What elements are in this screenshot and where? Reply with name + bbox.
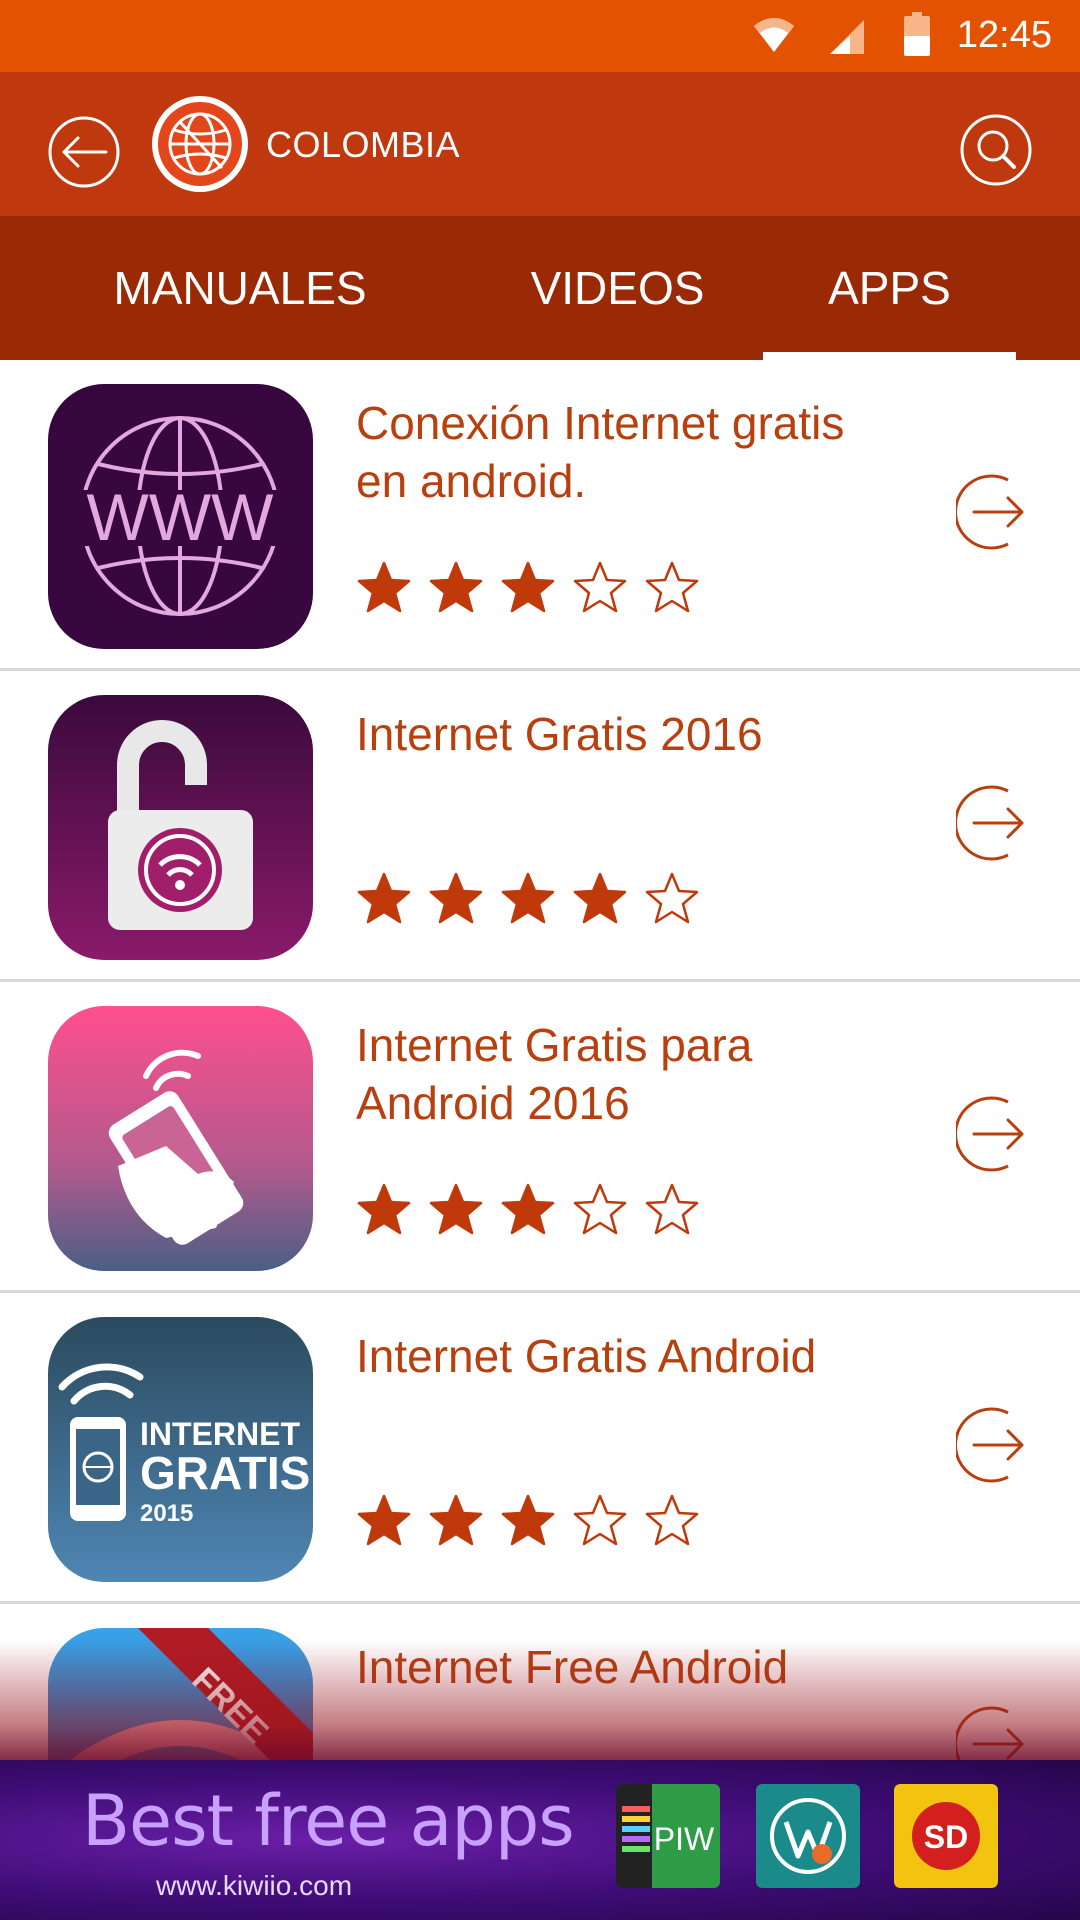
star-filled-icon <box>357 561 411 613</box>
active-tab-indicator <box>763 352 1016 360</box>
tab-manuales[interactable]: MANUALES <box>40 216 440 360</box>
app-title: Internet Gratis Android <box>356 1330 817 1382</box>
svg-text:WWW: WWW <box>87 480 275 554</box>
hand-holding-phone-icon <box>48 1006 313 1271</box>
tab-videos[interactable]: VIDEOS <box>470 216 765 360</box>
rating-stars <box>356 560 700 618</box>
signal-icon <box>830 20 864 54</box>
arrow-right-icon[interactable] <box>956 1094 1036 1174</box>
star-filled-icon <box>429 1494 483 1546</box>
globe-logo-icon <box>152 96 248 192</box>
icon-line-gratis: GRATIS <box>140 1447 310 1499</box>
rating-stars <box>356 871 700 929</box>
wifi-icon <box>754 18 794 52</box>
ad-title: Best free apps <box>82 1780 575 1862</box>
battery-icon <box>904 12 930 56</box>
star-filled-icon <box>429 1183 483 1235</box>
arrow-right-icon[interactable] <box>956 472 1036 552</box>
star-filled-icon <box>429 561 483 613</box>
star-empty-icon <box>645 1494 699 1546</box>
star-filled-icon <box>501 1183 555 1235</box>
app-title: Internet Free Android <box>356 1641 789 1693</box>
status-bar: 12:45 <box>0 0 1080 72</box>
star-empty-icon <box>645 872 699 924</box>
internet-gratis-2015-icon: INTERNET GRATIS 2015 <box>48 1317 313 1582</box>
star-empty-icon <box>573 561 627 613</box>
back-arrow-icon[interactable] <box>46 114 122 190</box>
country-name: COLOMBIA <box>266 124 461 165</box>
star-filled-icon <box>501 872 555 924</box>
rating-stars <box>356 1493 700 1551</box>
star-filled-icon <box>357 1494 411 1546</box>
star-filled-icon <box>357 1183 411 1235</box>
piw-app-icon[interactable]: PIW <box>616 1784 720 1888</box>
arrow-right-icon[interactable] <box>956 1405 1036 1485</box>
star-filled-icon <box>429 872 483 924</box>
app-title: Internet Gratis 2016 <box>356 708 763 760</box>
arrow-right-icon[interactable] <box>956 783 1036 863</box>
list-item[interactable]: Internet Gratis 2016 <box>0 671 1080 982</box>
clock: 12:45 <box>956 14 1052 56</box>
unlocked-padlock-wifi-icon <box>48 695 313 960</box>
w-app-icon[interactable] <box>756 1784 860 1888</box>
ad-banner[interactable]: Best free apps www.kiwiio.com PIW SD <box>0 1760 1080 1920</box>
tab-apps[interactable]: APPS <box>763 216 1016 360</box>
search-icon[interactable] <box>958 112 1034 188</box>
list-item[interactable]: Internet Gratis para Android 2016 <box>0 982 1080 1293</box>
app-header: COLOMBIA <box>0 72 1080 216</box>
star-filled-icon <box>573 872 627 924</box>
sd-app-icon[interactable]: SD <box>894 1784 998 1888</box>
icon-line-year: 2015 <box>140 1500 193 1527</box>
piw-label: PIW <box>654 1821 715 1857</box>
star-empty-icon <box>573 1494 627 1546</box>
sd-label: SD <box>924 1819 968 1855</box>
star-empty-icon <box>573 1183 627 1235</box>
tab-bar: MANUALES VIDEOS APPS <box>0 216 1080 360</box>
www-globe-icon: WWW <box>48 384 313 649</box>
star-empty-icon <box>645 1183 699 1235</box>
list-item[interactable]: WWW Conexión Internet gratis en android. <box>0 360 1080 671</box>
app-title: Conexión Internet gratis en android. <box>356 397 845 507</box>
star-filled-icon <box>501 561 555 613</box>
star-filled-icon <box>501 1494 555 1546</box>
ad-url: www.kiwiio.com <box>156 1870 353 1901</box>
rating-stars <box>356 1182 700 1240</box>
star-empty-icon <box>645 561 699 613</box>
star-filled-icon <box>357 872 411 924</box>
list-item[interactable]: INTERNET GRATIS 2015 Internet Gratis And… <box>0 1293 1080 1604</box>
app-title: Internet Gratis para Android 2016 <box>356 1019 753 1129</box>
